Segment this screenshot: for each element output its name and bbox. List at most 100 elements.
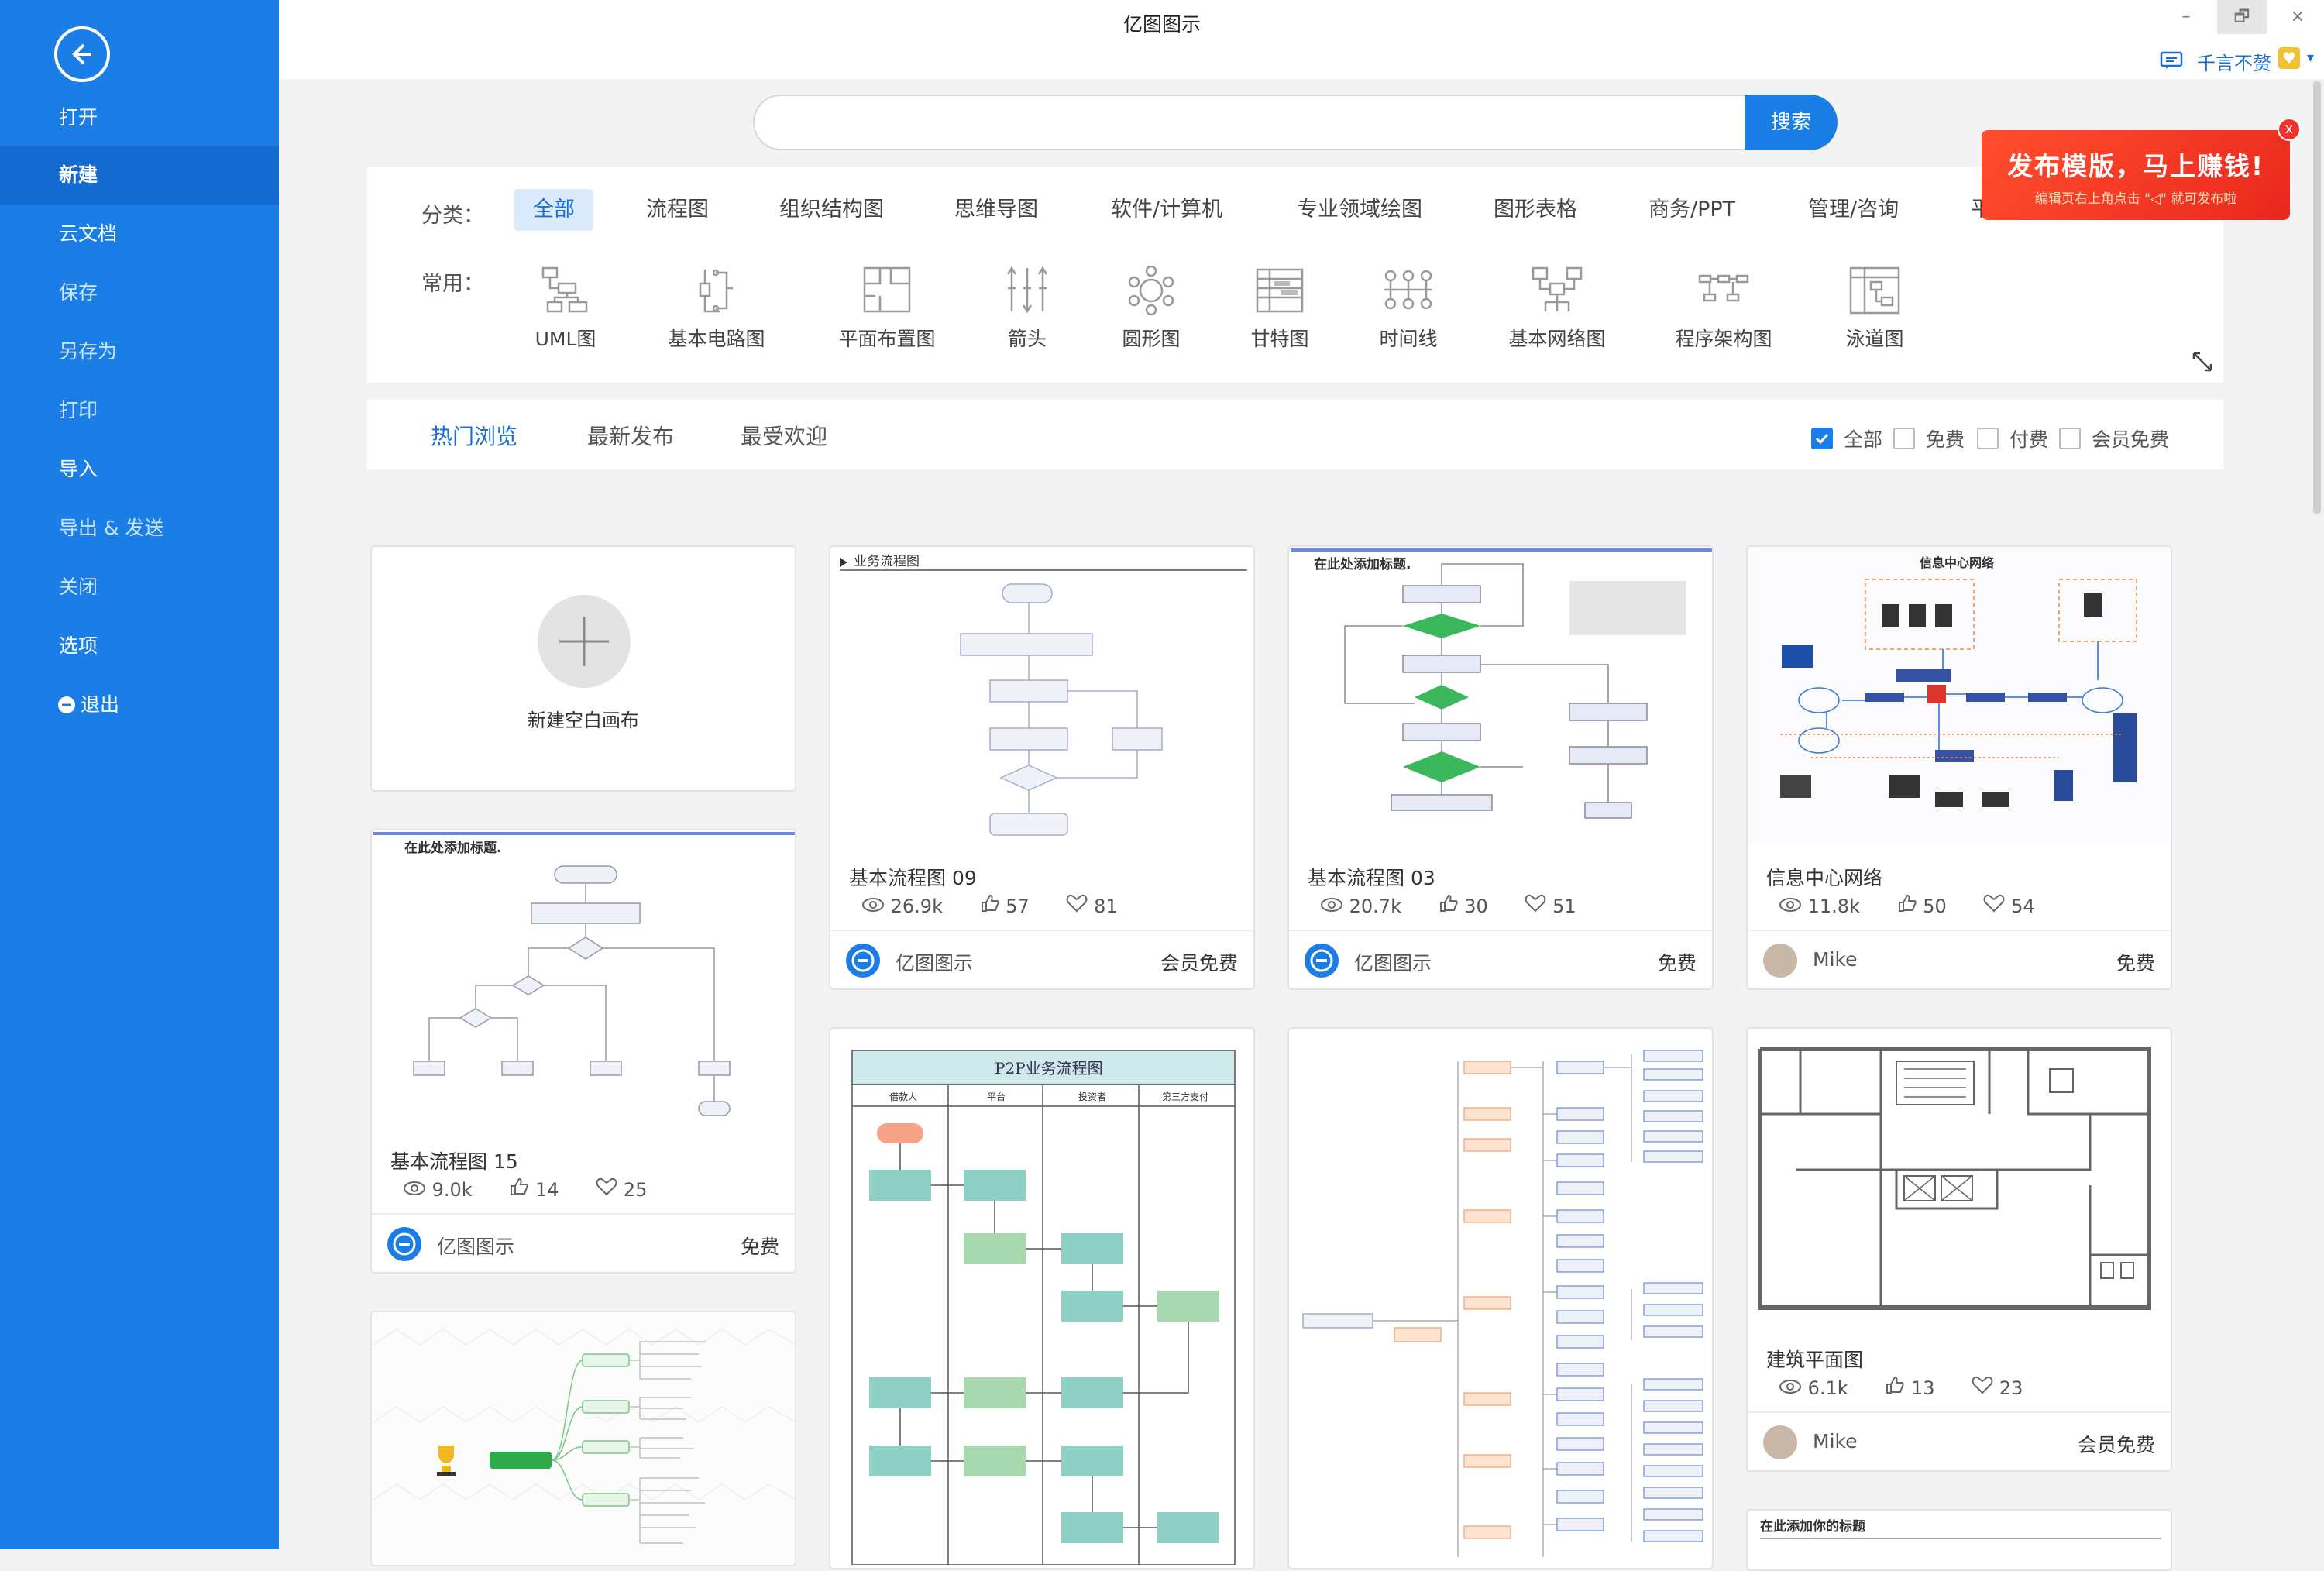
price-label: 免费 bbox=[2116, 952, 2155, 975]
filter-all-checkbox[interactable] bbox=[1811, 428, 1833, 449]
common-timeline-label: 时间线 bbox=[1379, 328, 1438, 350]
template-card[interactable]: 建筑平面图 6.1k 13 23 Mike 会员免费 bbox=[1746, 1027, 2172, 1472]
search-button[interactable]: 搜索 bbox=[1745, 95, 1838, 150]
sidebar-item-saveas[interactable]: 另存为 bbox=[0, 322, 279, 381]
category-graphic-table[interactable]: 图形表格 bbox=[1475, 189, 1596, 231]
sidebar-item-save[interactable]: 保存 bbox=[0, 263, 279, 322]
tab-most-liked[interactable]: 最受欢迎 bbox=[741, 420, 827, 451]
tab-latest[interactable]: 最新发布 bbox=[587, 420, 674, 451]
category-management[interactable]: 管理/咨询 bbox=[1789, 189, 1917, 231]
promo-banner[interactable]: 发布模版，马上赚钱! 编辑页右上角点击 "◁" 就可发布啦 bbox=[1982, 130, 2290, 220]
template-card[interactable] bbox=[1287, 1027, 1714, 1569]
common-floor-plan-label: 平面布置图 bbox=[838, 328, 936, 350]
expand-icon[interactable] bbox=[2191, 350, 2214, 373]
common-swimlane[interactable]: 泳道图 bbox=[1836, 265, 1913, 352]
sidebar-item-exit[interactable]: 退出 bbox=[0, 675, 279, 734]
common-gantt-label: 甘特图 bbox=[1250, 328, 1309, 350]
price-label: 免费 bbox=[740, 1236, 779, 1258]
likes-count: 30 bbox=[1464, 896, 1488, 917]
author-name[interactable]: 亿图图示 bbox=[1354, 948, 1432, 976]
eye-icon bbox=[1779, 1380, 1801, 1394]
circle-diagram-icon bbox=[1128, 265, 1174, 316]
template-thumbnail bbox=[373, 1314, 795, 1562]
p2p-lane-2: 平台 bbox=[987, 1091, 1006, 1102]
user-name[interactable]: 千言不赘 bbox=[2197, 48, 2271, 75]
thumbs-up-icon bbox=[1439, 894, 1458, 912]
back-button[interactable] bbox=[54, 26, 110, 82]
sidebar-item-open[interactable]: 打开 bbox=[0, 88, 279, 147]
author-name[interactable]: Mike bbox=[1813, 948, 1857, 971]
plus-icon bbox=[538, 595, 631, 688]
template-title: 基本流程图 03 bbox=[1308, 867, 1435, 889]
minimize-button[interactable]: – bbox=[2161, 0, 2211, 34]
message-icon[interactable] bbox=[2160, 51, 2183, 70]
scrollbar[interactable] bbox=[2313, 81, 2321, 514]
common-circle[interactable]: 圆形图 bbox=[1112, 265, 1190, 352]
sidebar-item-import[interactable]: 导入 bbox=[0, 440, 279, 499]
sidebar-item-new[interactable]: 新建 bbox=[0, 146, 279, 205]
common-uml[interactable]: UML图 bbox=[527, 265, 604, 352]
price-label: 免费 bbox=[1657, 952, 1697, 975]
template-card[interactable]: 在此处添加标题. 基本流程图 03 20.7k 30 51 亿图图示 免费 bbox=[1287, 545, 1714, 990]
favorites-count: 23 bbox=[1999, 1377, 2023, 1399]
favorites-count: 51 bbox=[1552, 896, 1576, 917]
vip-icon: ♥ bbox=[2278, 47, 2300, 69]
category-org-chart[interactable]: 组织结构图 bbox=[761, 189, 902, 231]
sidebar-item-close[interactable]: 关闭 bbox=[0, 558, 279, 617]
filter-member-free-label: 会员免费 bbox=[2092, 428, 2170, 451]
restore-button[interactable]: 🗗 bbox=[2217, 0, 2267, 34]
program-structure-icon bbox=[1698, 274, 1749, 302]
template-card[interactable]: 信息中心网络 信息中心网络 11.8k 50 54 Mike 免费 bbox=[1746, 545, 2172, 990]
sidebar-item-print[interactable]: 打印 bbox=[0, 381, 279, 440]
sidebar-item-export[interactable]: 导出 & 发送 bbox=[0, 499, 279, 558]
sidebar-item-options[interactable]: 选项 bbox=[0, 617, 279, 675]
common-circuit-label: 基本电路图 bbox=[668, 328, 765, 350]
search-input[interactable] bbox=[775, 107, 1712, 138]
author-name[interactable]: 亿图图示 bbox=[896, 948, 973, 976]
author-name[interactable]: Mike bbox=[1813, 1430, 1857, 1452]
template-card[interactable]: 在此处添加标题. 基本流程图 15 9.0k 14 25 亿图图示 免费 bbox=[370, 829, 796, 1274]
template-card[interactable]: 业务流程图 基本流程图 09 26.9k 57 81 亿图图示 会员免费 bbox=[829, 545, 1255, 990]
template-thumbnail: 业务流程图 bbox=[832, 548, 1252, 843]
common-gantt[interactable]: 甘特图 bbox=[1241, 265, 1318, 352]
heart-icon bbox=[1525, 894, 1546, 913]
common-network[interactable]: 基本网络图 bbox=[1499, 265, 1615, 352]
category-business-ppt[interactable]: 商务/PPT bbox=[1630, 189, 1754, 231]
common-arrow[interactable]: 箭头 bbox=[988, 265, 1066, 352]
flow09-heading: 业务流程图 bbox=[854, 554, 920, 569]
filter-paid-checkbox[interactable] bbox=[1977, 428, 1999, 449]
template-card[interactable]: P2P业务流程图 借款人 平台 投资者 第三方支付 bbox=[829, 1027, 1255, 1569]
close-window-button[interactable]: × bbox=[2273, 0, 2322, 34]
author-name[interactable]: 亿图图示 bbox=[437, 1232, 514, 1260]
last-heading: 在此添加你的标题 bbox=[1760, 1518, 1866, 1535]
sidebar-item-cloud[interactable]: 云文档 bbox=[0, 205, 279, 263]
exit-icon bbox=[58, 696, 75, 713]
tab-popular[interactable]: 热门浏览 bbox=[431, 420, 517, 451]
category-all[interactable]: 全部 bbox=[514, 189, 593, 231]
window-title: 亿图图示 bbox=[1123, 13, 1202, 36]
common-timeline[interactable]: 时间线 bbox=[1370, 265, 1447, 352]
category-flowchart[interactable]: 流程图 bbox=[627, 189, 727, 231]
thumbs-up-icon bbox=[1886, 1376, 1905, 1394]
chevron-down-icon[interactable]: ▾ bbox=[2307, 50, 2314, 66]
p2p-heading: P2P业务流程图 bbox=[995, 1059, 1103, 1078]
floor-plan-icon bbox=[863, 266, 911, 313]
filter-member-free-checkbox[interactable] bbox=[2059, 428, 2081, 449]
template-thumbnail: 在此添加你的标题 bbox=[1749, 1512, 2169, 1566]
category-software[interactable]: 软件/计算机 bbox=[1092, 189, 1241, 231]
author-avatar bbox=[387, 1227, 421, 1261]
promo-close-button[interactable]: x bbox=[2278, 118, 2301, 141]
common-floor-plan[interactable]: 平面布置图 bbox=[829, 265, 945, 352]
template-card[interactable] bbox=[370, 1311, 796, 1566]
new-blank-canvas-card[interactable]: 新建空白画布 bbox=[370, 545, 796, 792]
common-program-structure[interactable]: 程序架构图 bbox=[1666, 265, 1782, 352]
category-mindmap[interactable]: 思维导图 bbox=[936, 189, 1057, 231]
heart-icon bbox=[1984, 894, 2005, 913]
common-circuit[interactable]: 基本电路图 bbox=[658, 265, 775, 352]
category-professional[interactable]: 专业领域绘图 bbox=[1278, 189, 1441, 231]
flow03-heading: 在此处添加标题. bbox=[1314, 556, 1411, 572]
filter-free-checkbox[interactable] bbox=[1893, 428, 1915, 449]
template-card[interactable]: 在此添加你的标题 bbox=[1746, 1509, 2172, 1571]
network-heading: 信息中心网络 bbox=[1920, 555, 1994, 570]
eye-icon bbox=[862, 898, 884, 912]
